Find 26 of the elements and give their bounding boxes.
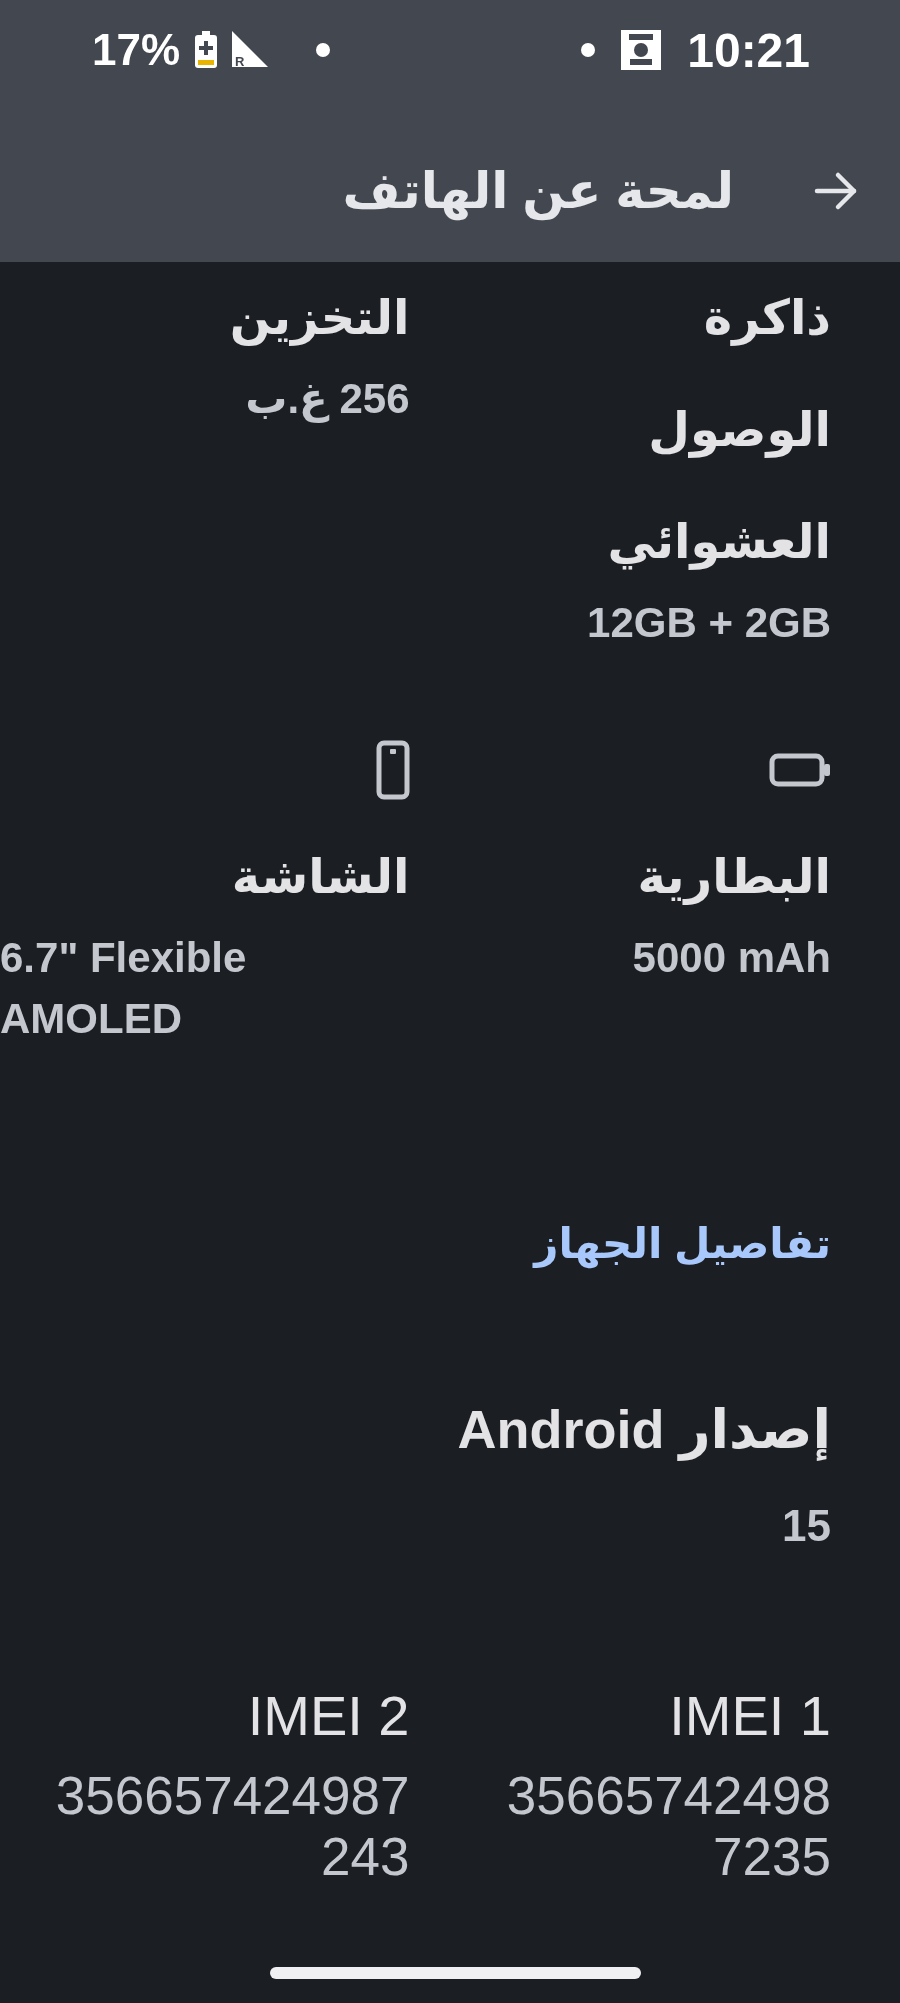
- detail-value: 356657424987235: [506, 1765, 831, 1887]
- detail-label: IMEI 1: [669, 1683, 831, 1749]
- notification-dot: [316, 43, 331, 57]
- notification-dot: [581, 43, 596, 57]
- spec-label: الشاشة: [231, 849, 410, 905]
- spec-value: 12GB + 2GB: [587, 598, 831, 648]
- clock: 10:21: [687, 22, 810, 78]
- detail-label: IMEI 2: [247, 1683, 410, 1749]
- battery-charging-icon: [194, 31, 219, 69]
- battery-icon: [769, 753, 831, 787]
- phone-icon: [375, 740, 410, 800]
- page-title: لمحة عن الهاتف: [342, 162, 734, 220]
- spec-label: ذاكرة الوصول العشوائي: [606, 290, 831, 572]
- spec-label: البطارية: [637, 849, 831, 907]
- spec-value: 5000 mAh: [632, 933, 831, 983]
- spec-value: 256 غ.ب: [245, 374, 410, 425]
- battery-percent: 17%: [92, 25, 181, 75]
- detail-label[interactable]: إصدار Android: [457, 1398, 831, 1461]
- spec-label: التخزين: [229, 290, 410, 348]
- spec-value: 6.7" Flexible AMOLED: [0, 933, 248, 1044]
- detail-value: 356657424987243: [55, 1765, 410, 1887]
- app-notification-icon: [621, 30, 662, 70]
- section-heading: تفاصيل الجهاز: [534, 1219, 831, 1268]
- gesture-handle[interactable]: [270, 1967, 641, 1979]
- roaming-letter: R: [235, 54, 245, 69]
- detail-value: 15: [782, 1501, 831, 1551]
